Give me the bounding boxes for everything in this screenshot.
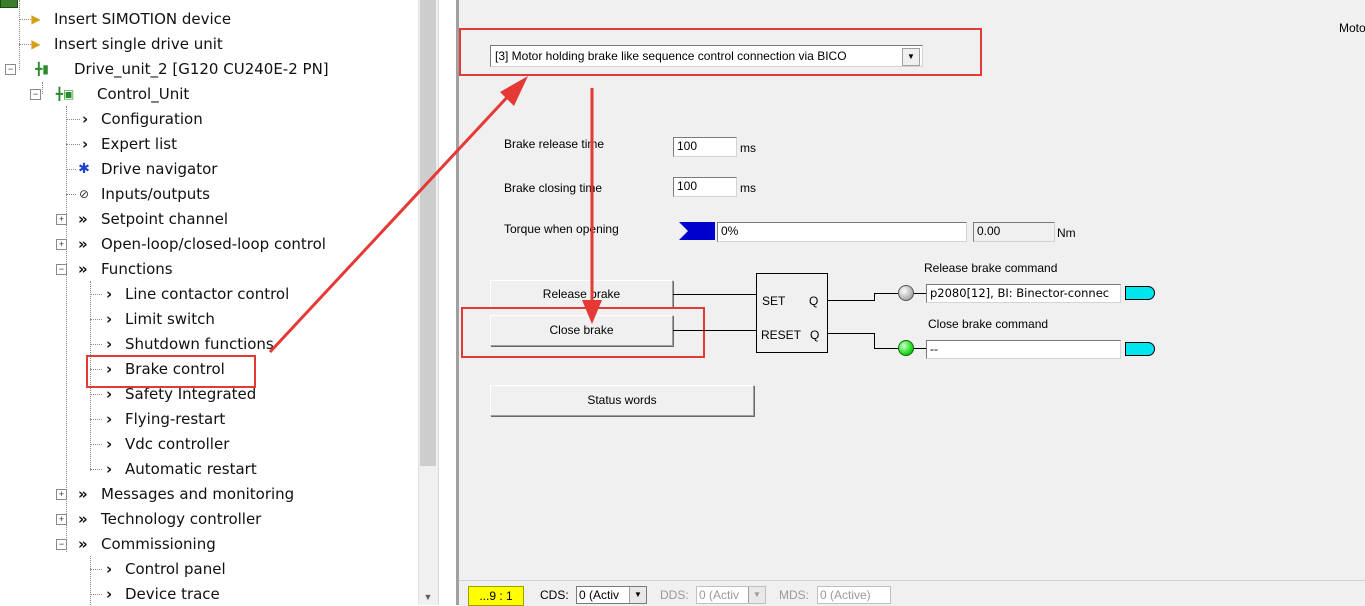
- dds-select: 0 (Activ ▼: [696, 586, 766, 604]
- release-cmd-led-icon: [898, 285, 914, 301]
- double-chevron-icon: »: [78, 535, 88, 553]
- mds-label: MDS:: [779, 588, 809, 602]
- project-root-icon: [0, 0, 18, 8]
- control-unit-icon: ╋▣: [55, 87, 75, 101]
- mds-field: 0 (Active): [817, 586, 891, 604]
- insert-device-icon: ▶: [31, 12, 41, 26]
- release-time-input[interactable]: 100: [673, 137, 737, 157]
- expand-toggle-drive-unit[interactable]: −: [5, 64, 16, 75]
- close-cmd-field[interactable]: --: [926, 340, 1121, 359]
- close-cmd-connector-icon[interactable]: [1125, 342, 1155, 356]
- double-chevron-icon: »: [78, 510, 88, 528]
- chevron-right-icon: ›: [106, 285, 113, 303]
- chevron-right-icon: ›: [106, 560, 113, 578]
- expand-toggle-messages[interactable]: +: [56, 489, 67, 500]
- double-chevron-icon: »: [78, 485, 88, 503]
- close-cmd-led-icon: [898, 340, 914, 356]
- project-tree: ▶ Insert SIMOTION device ▶ Insert single…: [0, 0, 418, 605]
- chevron-right-icon: ›: [82, 135, 89, 153]
- brake-mode-highlight: [459, 28, 982, 76]
- set-label: SET: [762, 294, 786, 308]
- chevron-right-icon: ›: [106, 335, 113, 353]
- torque-value-field: 0.00: [973, 222, 1055, 242]
- release-cmd-field[interactable]: p2080[12], BI: Binector-connec: [926, 284, 1121, 303]
- release-cmd-label: Release brake command: [924, 261, 1058, 275]
- release-time-unit: ms: [740, 141, 756, 155]
- cds-select[interactable]: 0 (Activ ▼: [576, 586, 647, 604]
- chevron-down-icon: ▼: [748, 587, 765, 603]
- chevron-right-icon: ›: [106, 410, 113, 428]
- close-cmd-label: Close brake command: [928, 317, 1049, 331]
- torque-label: Torque when opening: [504, 222, 619, 236]
- insert-drive-icon: ▶: [31, 37, 41, 51]
- chevron-right-icon: ›: [106, 460, 113, 478]
- dds-label: DDS:: [660, 588, 689, 602]
- torque-percent-bar: 0%: [717, 222, 967, 242]
- cds-label: CDS:: [540, 588, 569, 602]
- expand-toggle-open-loop[interactable]: +: [56, 239, 67, 250]
- chevron-right-icon: ›: [106, 310, 113, 328]
- drive-navigator-icon: ✱: [78, 161, 90, 177]
- expand-toggle-functions[interactable]: −: [56, 264, 67, 275]
- brake-control-panel: Moto [3] Motor holding brake like sequen…: [459, 0, 1365, 605]
- torque-unit: Nm: [1057, 226, 1076, 240]
- chevron-right-icon: ›: [106, 585, 113, 603]
- closing-time-label: Brake closing time: [504, 181, 603, 195]
- torque-connector-icon: [679, 222, 715, 240]
- chevron-down-icon: ▼: [629, 587, 646, 603]
- expand-toggle-setpoint[interactable]: +: [56, 214, 67, 225]
- chevron-right-icon: ›: [106, 435, 113, 453]
- status-words-button[interactable]: Status words: [490, 385, 754, 416]
- q-not-label: Q: [810, 328, 820, 342]
- double-chevron-icon: »: [78, 260, 88, 278]
- sr-flipflop: SET Q RESET Q: [756, 273, 828, 353]
- status-bar: ...9 : 1 CDS: 0 (Activ ▼ DDS: 0 (Activ ▼…: [459, 580, 1365, 606]
- top-right-label: Moto: [1339, 21, 1365, 35]
- double-chevron-icon: »: [78, 210, 88, 228]
- tree-scrollbar-thumb[interactable]: [420, 0, 436, 466]
- close-brake-highlight: [461, 307, 705, 358]
- inputs-outputs-icon: ⊘: [78, 187, 90, 201]
- q-label: Q: [809, 294, 819, 308]
- object-indicator: ...9 : 1: [468, 586, 524, 606]
- release-time-label: Brake release time: [504, 137, 605, 151]
- expand-toggle-commissioning[interactable]: −: [56, 539, 67, 550]
- closing-time-unit: ms: [740, 181, 756, 195]
- reset-label: RESET: [761, 328, 802, 342]
- release-cmd-connector-icon[interactable]: [1125, 286, 1155, 300]
- drive-unit-icon: ╋▮: [35, 62, 49, 76]
- scroll-down-arrow-icon[interactable]: ▼: [420, 592, 436, 605]
- double-chevron-icon: »: [78, 235, 88, 253]
- closing-time-input[interactable]: 100: [673, 177, 737, 197]
- expand-toggle-technology[interactable]: +: [56, 514, 67, 525]
- chevron-right-icon: ›: [82, 110, 89, 128]
- release-brake-button[interactable]: Release brake: [490, 280, 673, 308]
- brake-control-highlight: [86, 355, 256, 388]
- expand-toggle-control-unit[interactable]: −: [30, 89, 41, 100]
